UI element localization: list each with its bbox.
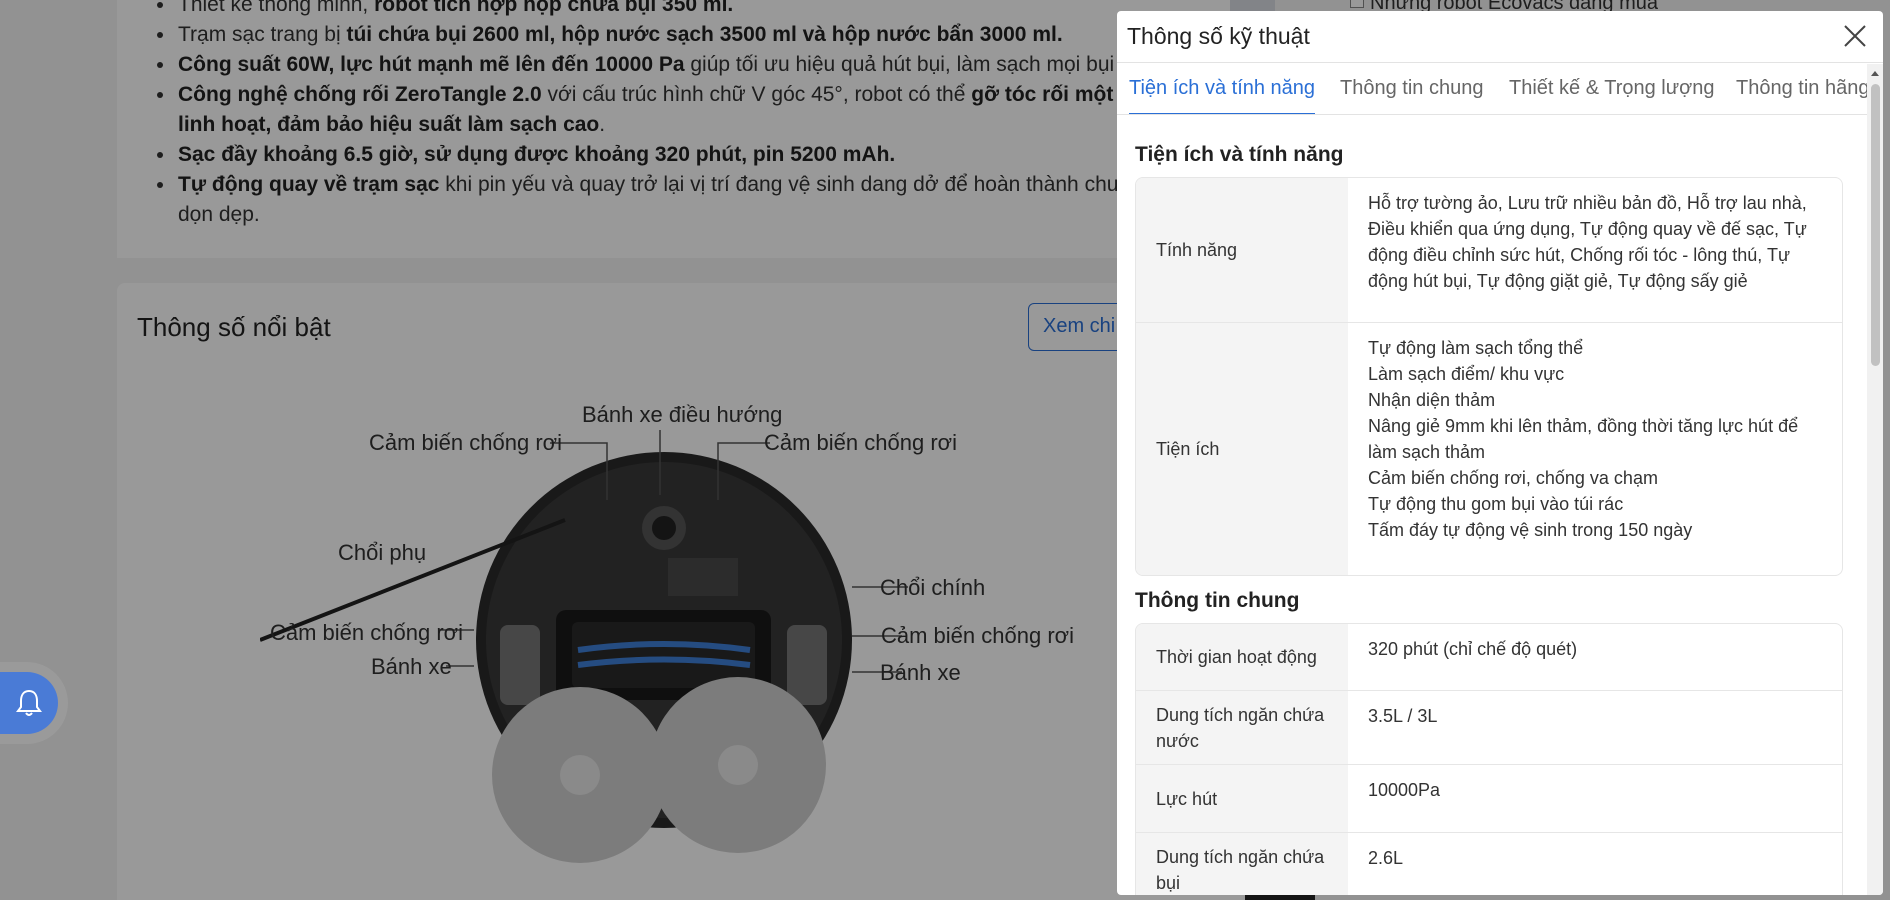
bell-icon bbox=[16, 689, 42, 716]
close-button[interactable] bbox=[1840, 21, 1870, 51]
spec-table: Tính năng Hỗ trợ tường ảo, Lưu trữ nhiều… bbox=[1135, 177, 1843, 576]
scrollbar-thumb[interactable] bbox=[1871, 84, 1880, 366]
tab-design-weight[interactable]: Thiết kế & Trọng lượng bbox=[1509, 64, 1715, 114]
row-label: Tiện ích bbox=[1136, 323, 1348, 575]
section-title: Tiện ích và tính năng bbox=[1135, 143, 1344, 166]
table-row: Thời gian hoạt động 320 phút (chỉ chế độ… bbox=[1136, 624, 1842, 691]
row-value: Hỗ trợ tường ảo, Lưu trữ nhiều bản đồ, H… bbox=[1368, 193, 1807, 291]
modal-body: Tiện ích và tính năng Tính năng Hỗ trợ t… bbox=[1117, 115, 1867, 895]
modal-header: Thông số kỹ thuật bbox=[1117, 11, 1883, 63]
modal-title: Thông số kỹ thuật bbox=[1127, 23, 1310, 49]
table-row: Tính năng Hỗ trợ tường ảo, Lưu trữ nhiều… bbox=[1136, 178, 1842, 323]
scroll-up-arrow-icon[interactable] bbox=[1867, 66, 1883, 82]
row-value: 10000Pa bbox=[1368, 780, 1441, 800]
close-icon bbox=[1844, 25, 1866, 47]
row-label: Thời gian hoạt động bbox=[1136, 624, 1348, 690]
row-label: Dung tích ngăn chứa bụi bbox=[1136, 833, 1348, 895]
row-value: 2.6L bbox=[1368, 848, 1404, 868]
row-value: Tự động làm sạch tổng thể Làm sạch điểm/… bbox=[1368, 338, 1799, 540]
spec-tabs: Tiện ích và tính năng Thông tin chung Th… bbox=[1117, 64, 1867, 115]
row-label: Tính năng bbox=[1136, 178, 1348, 322]
table-row: Tiện ích Tự động làm sạch tổng thể Làm s… bbox=[1136, 323, 1842, 575]
row-label: Dung tích ngăn chứa nước bbox=[1136, 691, 1348, 764]
spec-table: Thời gian hoạt động 320 phút (chỉ chế độ… bbox=[1135, 623, 1843, 895]
tab-general-info[interactable]: Thông tin chung bbox=[1340, 64, 1483, 114]
row-label: Lực hút bbox=[1136, 765, 1348, 832]
row-value: 320 phút (chỉ chế độ quét) bbox=[1368, 639, 1578, 659]
table-row: Dung tích ngăn chứa nước 3.5L / 3L bbox=[1136, 691, 1842, 765]
tab-brand-info[interactable]: Thông tin hãng bbox=[1736, 64, 1867, 114]
specs-modal: Thông số kỹ thuật Tiện ích và tính năng … bbox=[1117, 11, 1883, 895]
row-value: 3.5L / 3L bbox=[1368, 706, 1438, 726]
tab-features[interactable]: Tiện ích và tính năng bbox=[1129, 64, 1316, 114]
table-row: Dung tích ngăn chứa bụi 2.6L bbox=[1136, 833, 1842, 895]
table-row: Lực hút 10000Pa bbox=[1136, 765, 1842, 833]
section-title: Thông tin chung bbox=[1135, 589, 1300, 612]
